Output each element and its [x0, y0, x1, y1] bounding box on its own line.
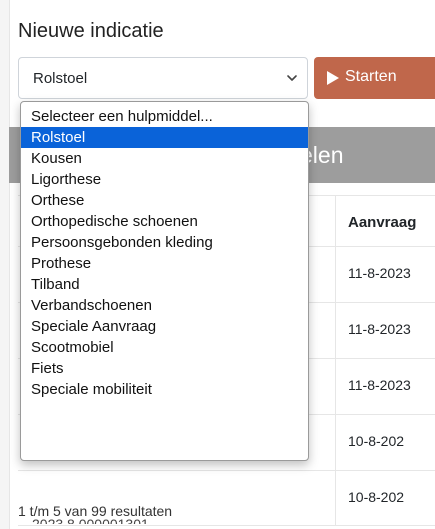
aid-dropdown-list[interactable]: Selecteer een hulpmiddel... Rolstoel Kou… [20, 101, 309, 461]
dropdown-option[interactable]: Orthopedische schoenen [21, 211, 308, 232]
page-title: Nieuwe indicatie [18, 20, 164, 42]
request-date: 10-8-202 [348, 433, 405, 449]
request-date: 11-8-2023 [348, 377, 411, 393]
request-date: 11-8-2023 [348, 265, 411, 281]
dropdown-option[interactable]: Speciale mobiliteit [21, 379, 308, 400]
dropdown-option[interactable]: Verbandschoenen [21, 295, 308, 316]
start-button[interactable]: Starten [314, 57, 435, 99]
dropdown-option[interactable]: Ligorthese [21, 169, 308, 190]
chevron-down-icon [287, 75, 297, 81]
play-icon [327, 71, 339, 85]
column-header-aanvraag: Aanvraag [348, 214, 417, 231]
dropdown-option[interactable]: Speciale Aanvraag [21, 316, 308, 337]
dropdown-option[interactable]: Selecteer een hulpmiddel... [21, 106, 308, 127]
dropdown-option[interactable]: Fiets [21, 358, 308, 379]
dropdown-option[interactable]: Persoonsgebonden kleding [21, 232, 308, 253]
start-button-label: Starten [345, 68, 397, 85]
dropdown-option[interactable]: Orthese [21, 190, 308, 211]
dropdown-option-selected[interactable]: Rolstoel [21, 127, 308, 148]
aid-select[interactable]: Rolstoel [18, 57, 308, 99]
aid-select-value: Rolstoel [33, 70, 88, 87]
results-count: 1 t/m 5 van 99 resultaten [18, 503, 173, 519]
dropdown-option[interactable]: Tilband [21, 274, 308, 295]
dropdown-option[interactable]: Prothese [21, 253, 308, 274]
dropdown-option[interactable]: Scootmobiel [21, 337, 308, 358]
request-date: 11-8-2023 [348, 321, 411, 337]
dropdown-option[interactable]: Kousen [21, 148, 308, 169]
request-date: 10-8-202 [348, 489, 405, 505]
